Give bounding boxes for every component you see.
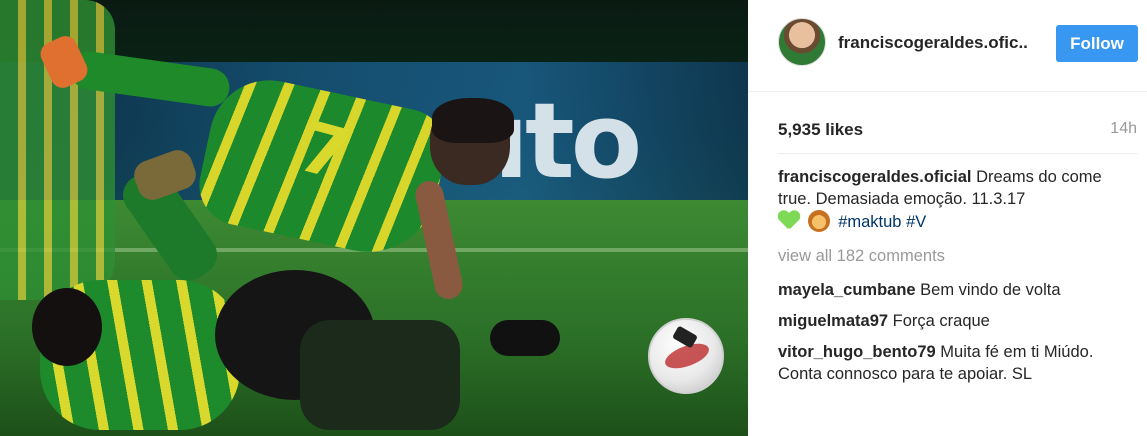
follow-button[interactable]: Follow [1056,25,1138,62]
opponent-player-jersey [300,320,460,430]
hashtag-link[interactable]: #maktub [838,213,901,231]
divider [778,153,1138,154]
comment-username-link[interactable]: miguelmata97 [778,312,888,330]
comment: vitor_hugo_bento79 Muita fé em ti Miúdo.… [778,341,1128,385]
comment-username-link[interactable]: mayela_cumbane [778,281,916,299]
black-boot [490,320,560,356]
view-all-comments-link[interactable]: view all 182 comments [778,247,945,266]
comment: miguelmata97 Força craque [778,310,1128,332]
lion-icon [807,210,830,232]
avatar[interactable] [778,18,826,66]
post-photo[interactable]: uto 7 [0,0,748,436]
main-player-hair [432,98,514,143]
comment: mayela_cumbane Bem vindo de volta [778,279,1128,301]
fallen-player-head [32,288,102,366]
comment-username-link[interactable]: vitor_hugo_bento79 [778,343,936,361]
green-heart-icon [778,211,800,231]
post-caption: franciscogeraldes.oficial Dreams do come… [778,166,1128,233]
post-time[interactable]: 14h [1110,120,1137,138]
hashtag-link[interactable]: #V [906,213,926,231]
post-side-panel: franciscogeraldes.ofic.. Follow 5,935 li… [748,0,1147,436]
header-username-link[interactable]: franciscogeraldes.ofic.. [838,33,1028,53]
caption-username-link[interactable]: franciscogeraldes.oficial [778,168,972,186]
comment-text: Força craque [892,312,990,330]
comment-text: Bem vindo de volta [920,281,1061,299]
likes-count[interactable]: 5,935 likes [778,120,863,140]
post-header: franciscogeraldes.ofic.. Follow [748,0,1147,92]
football-ball [648,318,724,394]
